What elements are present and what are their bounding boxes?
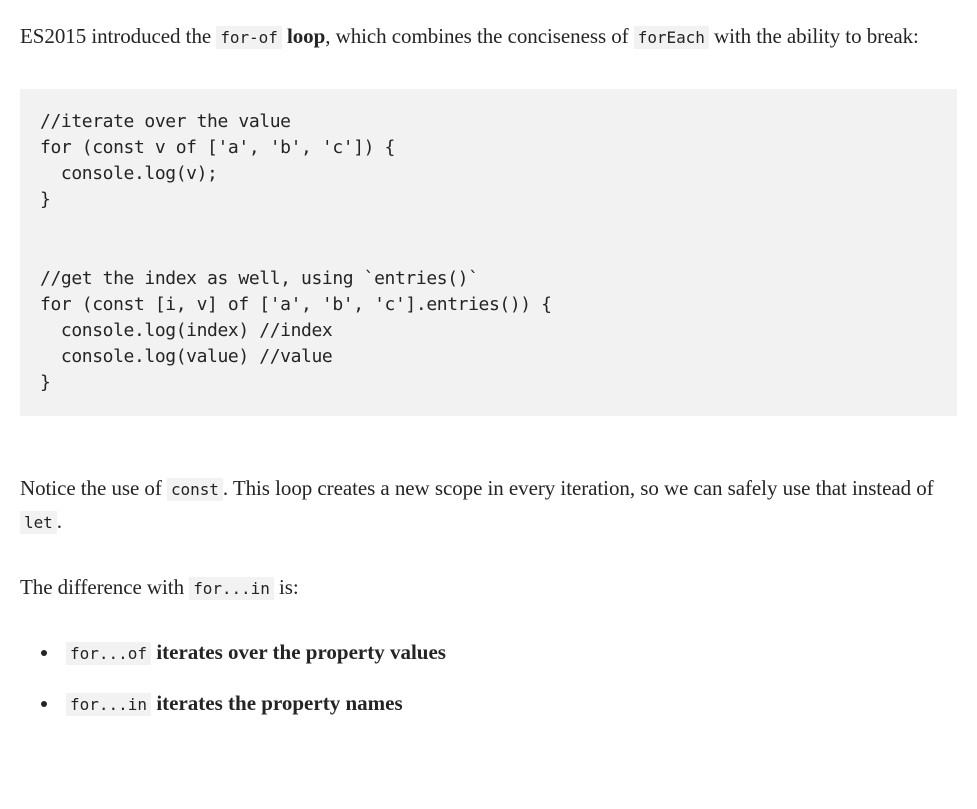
intro-paragraph: ES2015 introduced the for-of loop, which…: [20, 20, 957, 53]
list-item: for...of iterates over the property valu…: [60, 636, 957, 669]
inline-code-let: let: [20, 511, 57, 534]
code-block-for-of-example: //iterate over the value for (const v of…: [20, 89, 957, 416]
text-fragment: is:: [274, 575, 299, 599]
inline-code-for-of: for-of: [216, 26, 281, 49]
text-fragment: with the ability to break:: [709, 24, 919, 48]
text-fragment: , which combines the conciseness of: [325, 24, 634, 48]
inline-code-for-in: for...in: [189, 577, 274, 600]
inline-code-const: const: [167, 478, 223, 501]
inline-code-for-of: for...of: [66, 642, 151, 665]
text-fragment: Notice the use of: [20, 476, 167, 500]
const-explanation-paragraph: Notice the use of const. This loop creat…: [20, 472, 957, 538]
inline-code-for-in: for...in: [66, 693, 151, 716]
text-fragment: .: [57, 509, 62, 533]
text-fragment: The difference with: [20, 575, 189, 599]
bold-text: iterates over the property values: [151, 640, 446, 664]
difference-paragraph: The difference with for...in is:: [20, 571, 957, 604]
bold-text: iterates the property names: [151, 691, 403, 715]
text-fragment: . This loop creates a new scope in every…: [223, 476, 934, 500]
difference-list: for...of iterates over the property valu…: [20, 636, 957, 720]
list-item: for...in iterates the property names: [60, 687, 957, 720]
inline-code-foreach: forEach: [634, 26, 709, 49]
text-fragment: ES2015 introduced the: [20, 24, 216, 48]
bold-text: loop: [282, 24, 325, 48]
